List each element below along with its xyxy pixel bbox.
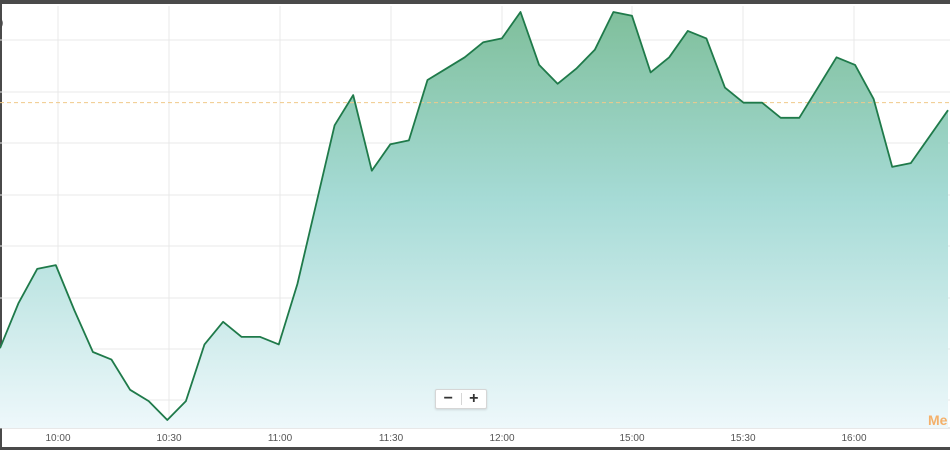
data-point <box>910 162 912 164</box>
zoom-in-button[interactable]: + <box>462 390 487 408</box>
x-tick-label: 10:00 <box>45 433 70 444</box>
data-point <box>203 343 205 345</box>
data-point <box>835 56 837 58</box>
data-point <box>668 56 670 58</box>
data-point <box>724 86 726 88</box>
data-point <box>556 83 558 85</box>
data-point <box>389 143 391 145</box>
x-tick-label: 16:00 <box>841 433 866 444</box>
data-point <box>17 302 19 304</box>
intraday-area-chart[interactable]: 10:00 10:30 11:00 11:30 12:00 15:00 15:30 16:00 <box>0 0 950 450</box>
data-point <box>92 351 94 353</box>
x-tick-label: 12:00 <box>489 433 514 444</box>
data-point <box>315 204 317 206</box>
data-point <box>36 268 38 270</box>
data-point <box>426 79 428 81</box>
data-point <box>222 321 224 323</box>
data-point <box>445 68 447 70</box>
data-point <box>780 117 782 119</box>
data-point <box>371 170 373 172</box>
x-axis-tick-labels: 10:00 10:30 11:00 11:30 12:00 15:00 15:30 16:00 <box>45 433 866 444</box>
data-point <box>259 336 261 338</box>
data-point <box>761 102 763 104</box>
data-point <box>649 71 651 73</box>
data-point <box>631 15 633 17</box>
x-tick-label: 10:30 <box>156 433 181 444</box>
data-point <box>501 37 503 39</box>
x-tick-label: 11:00 <box>268 433 293 444</box>
data-point <box>185 400 187 402</box>
data-point <box>612 11 614 13</box>
data-point <box>278 343 280 345</box>
data-point <box>538 64 540 66</box>
data-point <box>705 37 707 39</box>
data-point <box>464 56 466 58</box>
data-point <box>482 41 484 43</box>
x-tick-label: 11:30 <box>379 433 404 444</box>
data-point <box>333 124 335 126</box>
data-point <box>742 102 744 104</box>
data-point <box>166 419 168 421</box>
data-point <box>519 11 521 13</box>
x-tick-label: 15:30 <box>730 433 755 444</box>
zoom-controls: − + <box>435 389 487 409</box>
price-area-fill <box>0 12 948 428</box>
axis-edge-glyph: ) <box>0 18 4 29</box>
data-point <box>296 283 298 285</box>
data-point <box>928 136 930 138</box>
data-point <box>55 264 57 266</box>
data-point <box>148 400 150 402</box>
data-point <box>240 336 242 338</box>
data-point <box>687 30 689 32</box>
data-point <box>129 389 131 391</box>
data-point <box>872 98 874 100</box>
zoom-out-button[interactable]: − <box>436 390 461 408</box>
data-point <box>891 166 893 168</box>
data-point <box>854 64 856 66</box>
data-point <box>408 139 410 141</box>
data-point <box>817 86 819 88</box>
data-point <box>575 68 577 70</box>
data-point <box>73 309 75 311</box>
x-tick-label: 15:00 <box>619 433 644 444</box>
data-point <box>110 358 112 360</box>
data-point <box>947 109 949 111</box>
watermark-logo-text: Me <box>928 412 948 428</box>
data-point <box>798 117 800 119</box>
data-point <box>594 49 596 51</box>
data-point <box>352 94 354 96</box>
